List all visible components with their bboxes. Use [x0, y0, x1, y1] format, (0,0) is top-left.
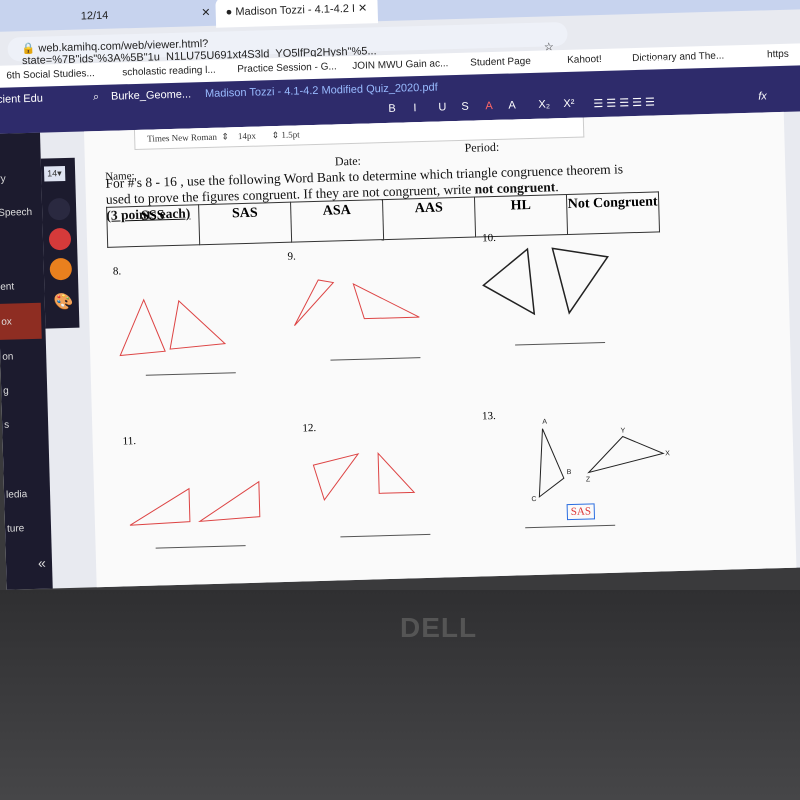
figure-9 [294, 279, 420, 326]
vertex-label: Y [620, 427, 625, 434]
sidebar-item[interactable]: ent [0, 281, 14, 292]
size-select[interactable]: 14▾ [43, 165, 65, 182]
tab-12-14[interactable]: 12/14 ✕ [70, 0, 221, 32]
highlight-button[interactable]: A [508, 99, 516, 111]
dell-logo: DELL [400, 612, 478, 643]
sidebar-item[interactable]: ture [7, 523, 25, 534]
bookmark[interactable]: https [767, 49, 789, 61]
sidebar-item[interactable]: ledia [6, 489, 27, 501]
close-icon[interactable]: ✕ [358, 2, 368, 14]
sidebar-item[interactable]: Speech [0, 207, 32, 219]
vertex-label: B [567, 469, 572, 476]
bookmark[interactable]: Student Page [470, 56, 531, 69]
close-icon[interactable]: ✕ [201, 7, 211, 19]
figure-12 [312, 452, 416, 501]
list-icon[interactable]: ☰ ☰ ☰ ☰ ☰ [593, 95, 655, 110]
bookmark[interactable]: 6th Social Studies... [6, 68, 95, 81]
figure-10 [482, 247, 609, 316]
figure-11 [129, 480, 261, 526]
superscript-button[interactable]: X² [563, 98, 574, 110]
screen: 12/14 ✕ ● Madison Tozzi - 4.1-4.2 I ✕ 🔒 … [0, 0, 800, 590]
formula-icon[interactable]: fx [758, 90, 767, 102]
bookmark[interactable]: scholastic reading l... [122, 65, 216, 79]
tab-label: 12/14 [80, 9, 109, 23]
text-color-button[interactable]: A [485, 100, 493, 112]
breadcrumb-folder[interactable]: Burke_Geome... [111, 88, 191, 102]
color-swatch-orange[interactable] [49, 257, 73, 281]
tab-label: Madison Tozzi - 4.1-4.2 I [235, 2, 356, 19]
vertex-labels: A B C X Y Z [531, 419, 670, 503]
zoom-level[interactable]: 100% [642, 57, 670, 70]
zoom-out-button[interactable]: − [592, 59, 599, 71]
vertex-label: Z [586, 476, 591, 483]
bookmark[interactable]: Practice Session - G... [237, 61, 337, 75]
sidebar-item-textbox[interactable]: ox [1, 317, 12, 328]
vertex-label: X [665, 450, 670, 457]
sidebar-item[interactable]: s [4, 420, 9, 431]
bookmark[interactable]: JOIN MWU Gain ac... [352, 58, 448, 72]
pdf-page: Times New Roman ⇕ 14px ⇕ 1.5pt Period: D… [83, 111, 797, 590]
zoom-in-button[interactable]: + [617, 58, 624, 70]
palette-icon[interactable]: 🎨 [53, 292, 74, 313]
collapse-button[interactable]: « [38, 555, 46, 571]
sidebar-item[interactable]: on [2, 351, 13, 362]
figure-8 [119, 298, 227, 357]
bold-button[interactable]: B [388, 103, 396, 115]
search-icon[interactable]: ⌕ [93, 91, 100, 104]
color-swatch-red[interactable] [48, 227, 72, 251]
kami-icon: ● [225, 6, 233, 19]
tab-madison-tozzi[interactable]: ● Madison Tozzi - 4.1-4.2 I ✕ [215, 0, 378, 28]
figure-13 [538, 428, 665, 498]
vertex-label: C [531, 496, 536, 503]
color-swatch-dark[interactable] [47, 197, 71, 221]
italic-button[interactable]: I [413, 102, 416, 114]
lock-icon: 🔒 [21, 42, 36, 56]
underline-button[interactable]: U [438, 101, 446, 113]
file-title: Madison Tozzi - 4.1-4.2 Modified Quiz_20… [204, 81, 438, 101]
vertex-label: A [542, 419, 547, 426]
left-labels: cient Edu [0, 92, 44, 106]
strikethrough-button[interactable]: S [461, 101, 469, 113]
sidebar-item[interactable]: ry [0, 174, 6, 185]
triangle-figures: A B C X Y Z [119, 247, 670, 526]
sidebar-item[interactable]: g [3, 386, 9, 397]
answer-text[interactable]: SAS [571, 505, 592, 518]
color-palette: 14▾ 🎨 [40, 157, 80, 329]
answer-textbox-13[interactable]: SAS [566, 503, 596, 521]
subscript-button[interactable]: X₂ [538, 98, 550, 110]
